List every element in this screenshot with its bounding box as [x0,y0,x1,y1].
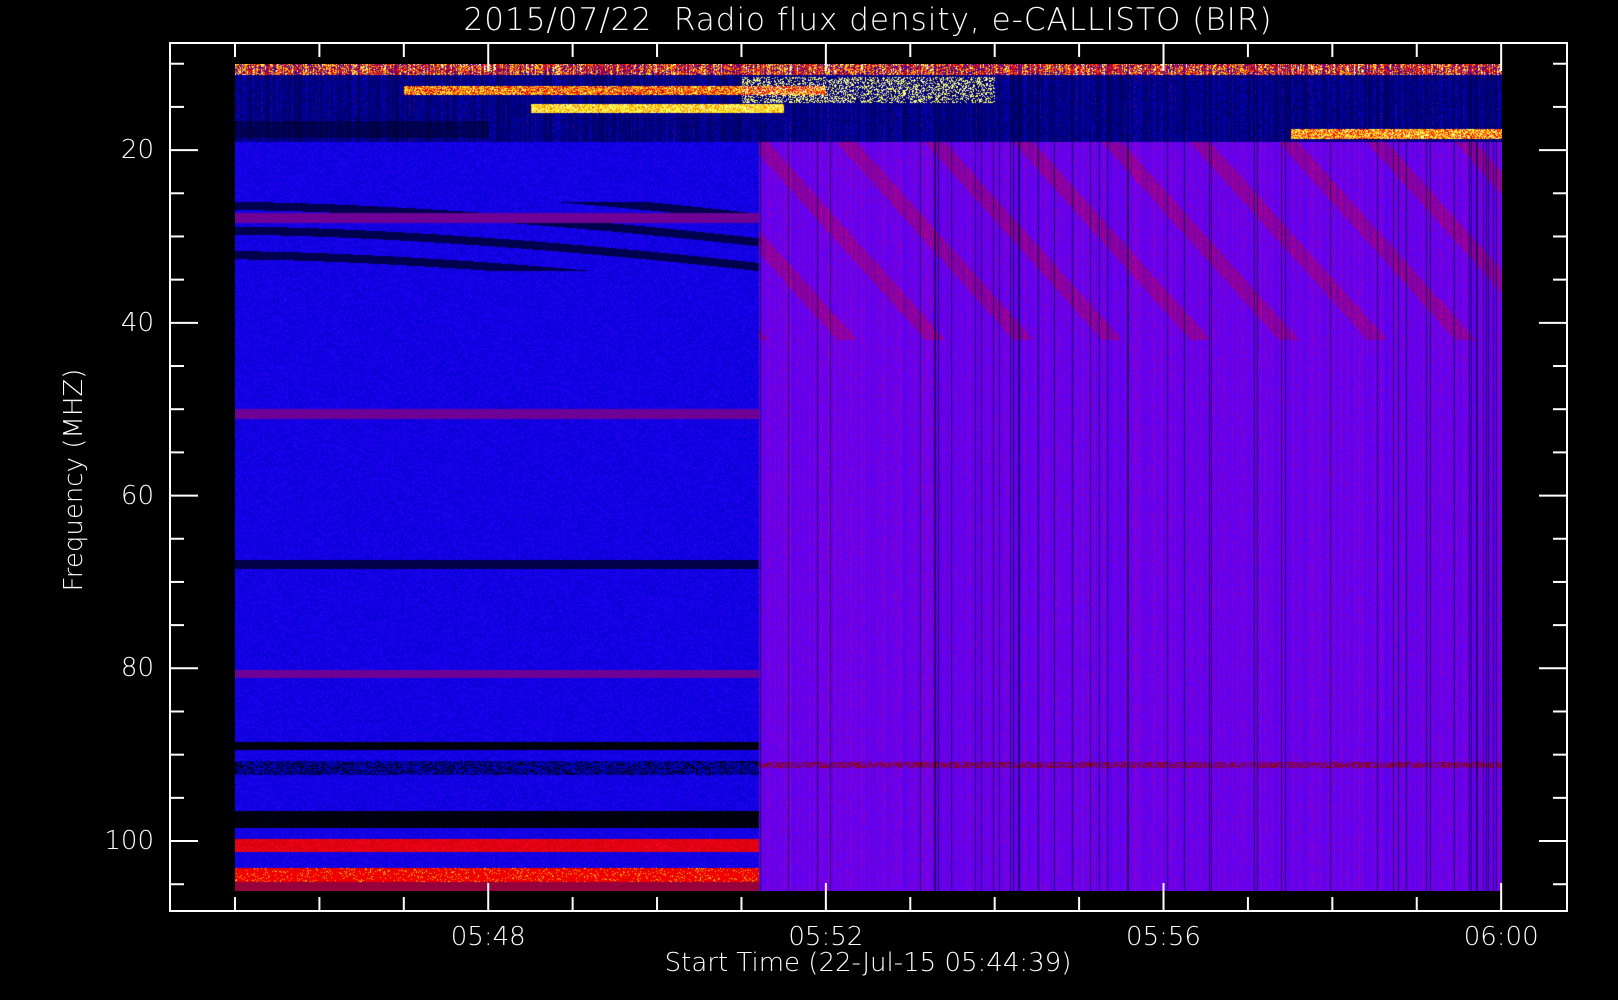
x-tick-label: 05:52 [788,922,864,952]
y-tick-label: 20 [120,135,154,166]
y-tick-label: 100 [104,826,154,857]
plot-axes [169,42,1568,912]
y-tick-label: 60 [120,480,154,511]
plot-frame [169,42,1568,912]
x-axis-label: Start Time (22-Jul-15 05:44:39) [664,948,1072,978]
x-tick-label: 05:56 [1126,922,1201,952]
x-tick-label: 06:00 [1463,922,1539,952]
y-tick-label: 40 [120,307,154,338]
chart-title: 2015/07/22 Radio flux density, e-CALLIST… [463,2,1273,38]
x-tick-label: 05:48 [450,922,526,952]
y-tick-label: 80 [120,653,154,684]
